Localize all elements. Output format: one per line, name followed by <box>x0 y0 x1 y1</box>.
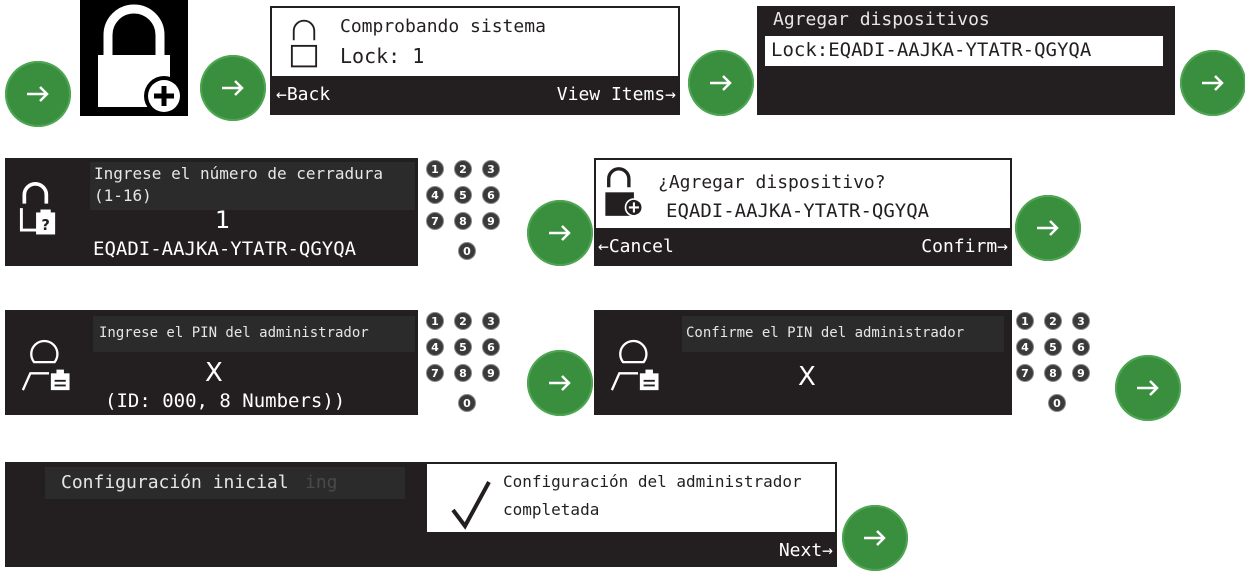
next-button[interactable]: Next→ <box>779 540 833 561</box>
cancel-button[interactable]: ←Cancel <box>598 236 674 257</box>
checking-system-screen: Comprobando sistema Lock: 1 ←Back View I… <box>270 6 680 115</box>
arrow-right-icon <box>5 61 71 127</box>
key-7[interactable]: 7 <box>426 212 444 230</box>
key-7[interactable]: 7 <box>1016 364 1034 382</box>
key-8[interactable]: 8 <box>454 212 472 230</box>
key-1[interactable]: 1 <box>426 160 444 178</box>
view-items-button[interactable]: View Items→ <box>557 84 676 105</box>
key-5[interactable]: 5 <box>454 186 472 204</box>
lock-icon <box>290 19 318 68</box>
lock-number-prompt: Ingrese el número de cerradura (1-16) <box>90 162 415 210</box>
key-2[interactable]: 2 <box>454 160 472 178</box>
arrow-right-icon <box>527 350 593 416</box>
key-9[interactable]: 9 <box>1072 364 1090 382</box>
confirm-pin-value[interactable]: X <box>798 362 816 392</box>
key-2[interactable]: 2 <box>454 312 472 330</box>
lock-number-screen: ? Ingrese el número de cerradura (1-16) … <box>5 158 418 266</box>
confirm-code: EQADI-AAJKA-YTATR-QGYQA <box>666 200 930 222</box>
admin-user-icon <box>610 339 659 391</box>
key-5[interactable]: 5 <box>454 338 472 356</box>
arrow-right-icon <box>1015 195 1081 261</box>
setup-complete-line1: Configuración del administrador <box>503 472 802 491</box>
confirm-question: ¿Agregar dispositivo? <box>658 172 886 193</box>
add-devices-screen: Agregar dispositivos Lock:EQADI-AAJKA-YT… <box>757 6 1175 115</box>
key-3[interactable]: 3 <box>1072 312 1090 330</box>
key-1[interactable]: 1 <box>1016 312 1034 330</box>
key-8[interactable]: 8 <box>454 364 472 382</box>
arrow-right-icon <box>1115 355 1181 421</box>
key-6[interactable]: 6 <box>1072 338 1090 356</box>
key-1[interactable]: 1 <box>426 312 444 330</box>
admin-pin-value[interactable]: X <box>205 358 223 388</box>
svg-text:?: ? <box>41 217 50 234</box>
confirm-pin-prompt: Confirme el PIN del administrador <box>682 316 1004 352</box>
initial-setup-ghost: ing <box>305 472 338 493</box>
lock-plus-icon <box>98 4 184 116</box>
setup-complete-panel: Configuración del administrador completa… <box>425 462 837 534</box>
confirm-panel: ¿Agregar dispositivo? EQADI-AAJKA-YTATR-… <box>594 158 1012 230</box>
admin-user-icon <box>21 339 70 391</box>
arrow-right-icon <box>842 505 908 571</box>
key-2[interactable]: 2 <box>1044 312 1062 330</box>
initial-setup-title-bar: Configuración inicial ing <box>45 467 405 499</box>
key-4[interactable]: 4 <box>1016 338 1034 356</box>
key-4[interactable]: 4 <box>426 338 444 356</box>
key-6[interactable]: 6 <box>482 186 500 204</box>
checkmark-icon <box>451 481 491 530</box>
arrow-right-icon <box>200 55 266 121</box>
status-title: Comprobando sistema <box>340 16 546 37</box>
key-3[interactable]: 3 <box>482 160 500 178</box>
admin-pin-info: (ID: 000, 8 Numbers)) <box>105 390 346 412</box>
confirm-add-screen: ¿Agregar dispositivo? EQADI-AAJKA-YTATR-… <box>594 158 1012 266</box>
key-7[interactable]: 7 <box>426 364 444 382</box>
initial-setup-screen: Configuración inicial ing <box>5 462 428 567</box>
key-9[interactable]: 9 <box>482 212 500 230</box>
arrow-right-icon <box>527 200 593 266</box>
lock-question-icon: ? <box>19 182 56 235</box>
numeric-keypad: 1 2 3 4 5 6 7 8 9 0 <box>424 160 514 260</box>
device-code: EQADI-AAJKA-YTATR-QGYQA <box>93 238 357 260</box>
key-8[interactable]: 8 <box>1044 364 1062 382</box>
key-4[interactable]: 4 <box>426 186 444 204</box>
add-devices-title: Agregar dispositivos <box>773 9 990 30</box>
initial-setup-title: Configuración inicial <box>61 472 289 493</box>
numeric-keypad: 1 2 3 4 5 6 7 8 9 0 <box>1014 312 1104 412</box>
confirm-admin-pin-screen: Confirme el PIN del administrador X <box>594 310 1012 415</box>
arrow-right-icon <box>688 50 754 116</box>
back-button[interactable]: ←Back <box>276 84 330 105</box>
key-5[interactable]: 5 <box>1044 338 1062 356</box>
setup-complete-screen: Configuración del administrador completa… <box>425 462 837 567</box>
key-0[interactable]: 0 <box>458 242 476 260</box>
key-0[interactable]: 0 <box>458 394 476 412</box>
enter-admin-pin-screen: Ingrese el PIN del administrador X (ID: … <box>5 310 418 415</box>
lock-number: Lock: 1 <box>340 44 425 68</box>
key-3[interactable]: 3 <box>482 312 500 330</box>
lock-number-value[interactable]: 1 <box>215 206 230 234</box>
key-0[interactable]: 0 <box>1048 394 1066 412</box>
lock-code-row[interactable]: Lock:EQADI-AAJKA-YTATR-QGYQA <box>765 36 1163 66</box>
status-panel: Comprobando sistema Lock: 1 <box>270 6 680 78</box>
setup-complete-line2: completada <box>503 500 600 519</box>
key-6[interactable]: 6 <box>482 338 500 356</box>
key-9[interactable]: 9 <box>482 364 500 382</box>
lock-plus-icon <box>605 167 644 217</box>
arrow-right-icon <box>1180 50 1245 116</box>
confirm-button[interactable]: Confirm→ <box>921 236 1008 257</box>
numeric-keypad: 1 2 3 4 5 6 7 8 9 0 <box>424 312 514 412</box>
admin-pin-prompt: Ingrese el PIN del administrador <box>93 316 415 352</box>
lock-plus-screen <box>80 0 188 116</box>
